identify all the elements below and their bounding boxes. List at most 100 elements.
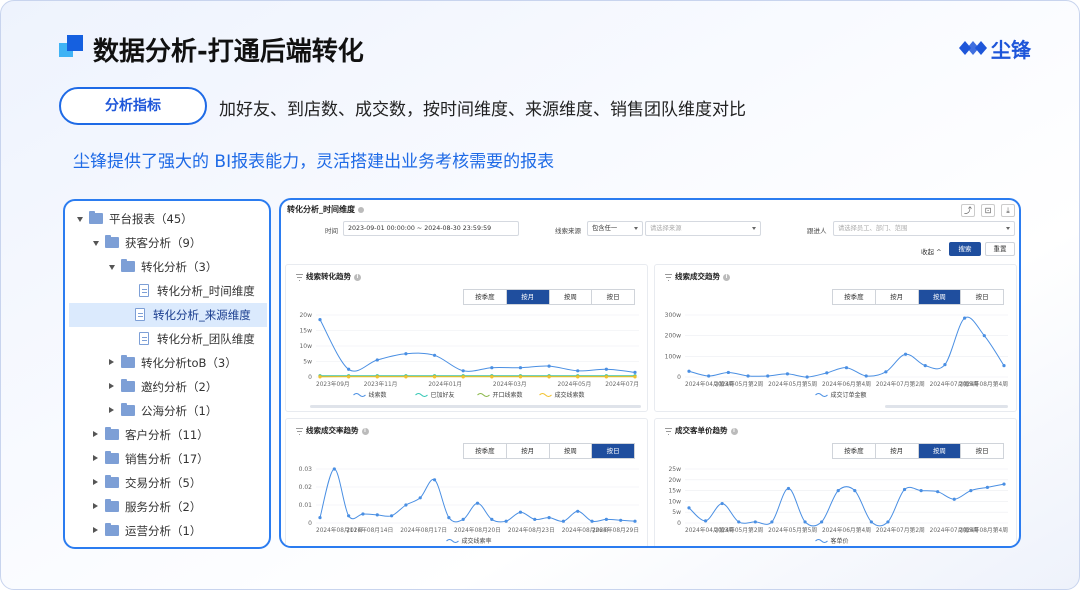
granularity-option[interactable]: 按月 — [876, 444, 919, 458]
caret-down-icon[interactable] — [77, 217, 83, 222]
source-operator-select[interactable]: 包含任一 — [587, 221, 643, 236]
granularity-option[interactable]: 按日 — [592, 444, 634, 458]
granularity-option[interactable]: 按日 — [961, 290, 1003, 304]
caret-right-icon[interactable] — [93, 527, 98, 533]
caret-right-icon[interactable] — [93, 479, 98, 485]
tree-folder-item[interactable]: 转化分析toB（3） — [65, 351, 269, 375]
filter-icon[interactable] — [296, 427, 303, 435]
tree-item-label: 平台报表（45） — [109, 212, 193, 226]
caret-right-icon[interactable] — [93, 455, 98, 461]
data-point — [886, 520, 890, 524]
tree-folder-item[interactable]: 交易分析（5） — [65, 471, 269, 495]
source-filter-label: 线索来源 — [555, 227, 581, 235]
granularity-option[interactable]: 按周 — [918, 444, 962, 458]
report-title: 转化分析_时间维度 — [287, 204, 364, 215]
folder-icon — [105, 451, 119, 464]
report-tree: 平台报表（45） 获客分析（9） 转化分析（3） 转化分析_时间维度 转化分析_来源维度… — [63, 199, 271, 549]
data-point — [687, 506, 691, 510]
data-point — [447, 516, 451, 520]
x-tick-label: 2024年05月 — [558, 380, 592, 388]
caret-down-icon[interactable] — [109, 265, 115, 270]
x-tick-label: 2024年05月第5周 — [768, 380, 817, 388]
filter-icon[interactable] — [665, 427, 672, 435]
granularity-option[interactable]: 按季度 — [833, 290, 876, 304]
tree-item-label: 客户分析（11） — [125, 428, 209, 442]
granularity-option[interactable]: 按日 — [592, 290, 634, 304]
x-tick-label: 2024年07月第2周 — [876, 380, 925, 388]
chart-scrollbar[interactable] — [310, 405, 641, 408]
granularity-option[interactable]: 按季度 — [464, 290, 507, 304]
granularity-option[interactable]: 按周 — [550, 290, 593, 304]
x-tick-label: 2024年08月17日 — [400, 526, 447, 534]
tree-report-item[interactable]: 转化分析_时间维度 — [65, 279, 269, 303]
report-panel: 转化分析_时间维度 ⤴ ⊡ ⤓ 时间 2023-09-01 00:00:00 ~… — [279, 198, 1021, 548]
granularity-option[interactable]: 按季度 — [464, 444, 507, 458]
data-point — [375, 358, 379, 362]
info-icon[interactable]: i — [723, 273, 730, 281]
tree-folder-item[interactable]: 转化分析（3） — [65, 255, 269, 279]
reset-button[interactable]: 重置 — [985, 242, 1015, 256]
tree-folder-item[interactable]: 客户分析（11） — [65, 423, 269, 447]
legend-item[interactable]: 成交线索率 — [446, 537, 492, 545]
follower-filter-label: 跟进人 — [807, 227, 827, 235]
data-point — [766, 374, 770, 378]
tree-folder-item[interactable]: 运营分析（1） — [65, 519, 269, 543]
tree-folder-item[interactable]: 销售分析（17） — [65, 447, 269, 471]
chart-scrollbar[interactable] — [885, 405, 1008, 408]
y-tick-label: 0 — [308, 520, 312, 527]
legend-item[interactable]: 成交订单金额 — [815, 391, 867, 399]
tree-report-item[interactable]: 转化分析_团队维度 — [65, 327, 269, 351]
filter-icon[interactable] — [665, 273, 672, 281]
granularity-option[interactable]: 按周 — [550, 444, 593, 458]
data-point — [518, 375, 523, 379]
legend-item[interactable]: 成交线索数 — [539, 391, 585, 399]
info-icon[interactable]: i — [361, 427, 369, 435]
tree-item-label: 邀约分析（2） — [141, 380, 218, 394]
y-tick-label: 5w — [672, 509, 681, 516]
folder-icon — [121, 259, 135, 272]
data-point — [318, 318, 322, 322]
tree-folder-item[interactable]: 邀约分析（2） — [65, 375, 269, 399]
granularity-option[interactable]: 按日 — [961, 444, 1003, 458]
granularity-option[interactable]: 按周 — [918, 290, 962, 304]
info-icon[interactable]: i — [730, 427, 738, 435]
caret-right-icon[interactable] — [109, 359, 114, 365]
granularity-option[interactable]: 按季度 — [833, 444, 876, 458]
legend-item[interactable]: 已加好友 — [415, 391, 455, 399]
fullscreen-icon[interactable]: ⊡ — [981, 204, 995, 217]
legend-item[interactable]: 客单价 — [815, 537, 849, 545]
data-point — [707, 374, 711, 378]
info-icon[interactable]: i — [354, 273, 361, 281]
y-tick-label: 5w — [303, 359, 312, 366]
collapse-filters[interactable]: 收起 ^ — [921, 246, 942, 256]
granularity-option[interactable]: 按月 — [876, 290, 919, 304]
follower-select[interactable]: 请选择员工、部门、范围 — [833, 221, 1015, 236]
chart-title: 线索成交率趋势 i — [296, 425, 369, 436]
data-point — [985, 485, 990, 489]
download-icon[interactable]: ⤓ — [1001, 204, 1015, 217]
x-tick-label: 2024年08月第4周 — [959, 526, 1008, 534]
caret-right-icon[interactable] — [93, 503, 98, 509]
tree-folder-item[interactable]: 公海分析（1） — [65, 399, 269, 423]
legend-item[interactable]: 线索数 — [353, 391, 387, 399]
data-point — [836, 489, 840, 493]
tree-folder-item[interactable]: 平台报表（45） — [65, 207, 269, 231]
tree-folder-item[interactable]: 服务分析（2） — [65, 495, 269, 519]
search-button[interactable]: 搜索 — [949, 242, 981, 256]
time-range-input[interactable]: 2023-09-01 00:00:00 ~ 2024-08-30 23:59:5… — [343, 221, 519, 236]
tree-folder-item[interactable]: 获客分析（9） — [65, 231, 269, 255]
y-tick-label: 0.02 — [299, 484, 313, 491]
filter-icon[interactable] — [296, 273, 303, 281]
source-select[interactable]: 请选择来源 — [645, 221, 761, 236]
x-tick-label: 2024年01月 — [428, 380, 462, 388]
caret-right-icon[interactable] — [109, 383, 114, 389]
caret-right-icon[interactable] — [109, 407, 114, 413]
caret-down-icon[interactable] — [93, 241, 99, 246]
legend-item[interactable]: 开口线索数 — [477, 391, 523, 399]
granularity-option[interactable]: 按月 — [506, 290, 550, 304]
share-icon[interactable]: ⤴ — [961, 204, 975, 217]
tree-report-item[interactable]: 转化分析_来源维度 — [69, 303, 267, 327]
caret-right-icon[interactable] — [93, 431, 98, 437]
granularity-option[interactable]: 按月 — [507, 444, 550, 458]
metric-description: 加好友、到店数、成交数，按时间维度、来源维度、销售团队维度对比 — [219, 100, 746, 120]
